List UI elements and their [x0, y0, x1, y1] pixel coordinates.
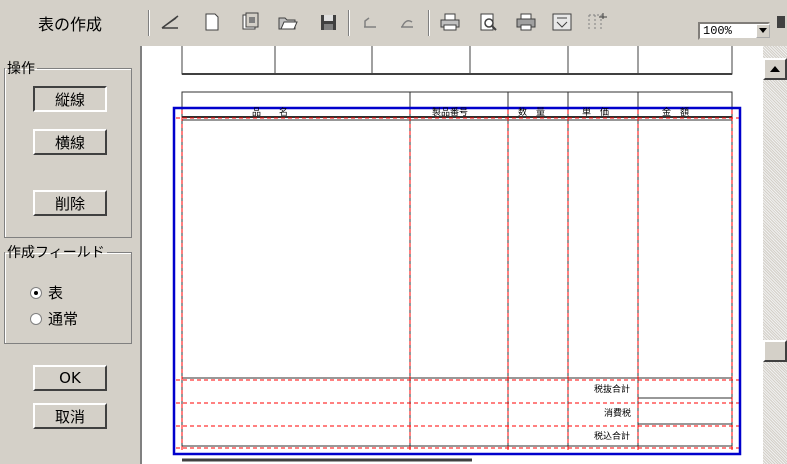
- radio-dot: [34, 290, 38, 295]
- scroll-up-button[interactable]: [763, 58, 787, 80]
- open-folder-icon[interactable]: [276, 10, 300, 34]
- previous-table-fragment: [181, 46, 733, 75]
- print-preview-icon[interactable]: [476, 10, 500, 34]
- cancel-button[interactable]: 取消: [33, 403, 107, 429]
- tax-label: 消費税: [604, 409, 632, 419]
- selection-rectangle[interactable]: [172, 106, 742, 456]
- table-canvas[interactable]: 品 名 製品番号 数 量 単 価 金 額 税抜合計 消費税 税込合計: [140, 46, 763, 464]
- chevron-down-icon[interactable]: [756, 24, 770, 38]
- toolbar: 100%: [140, 0, 787, 46]
- toolbar-separator: [148, 10, 150, 36]
- create-field-legend: 作成フィールド: [7, 245, 105, 261]
- header-amount: 金 額: [662, 108, 690, 118]
- new-document-icon[interactable]: [200, 10, 224, 34]
- radio-normal[interactable]: 通常: [30, 308, 78, 329]
- radio-table[interactable]: 表: [30, 282, 63, 303]
- header-product-number: 製品番号: [432, 108, 469, 118]
- radio-circle: [30, 286, 42, 299]
- draw-line-icon[interactable]: [158, 10, 182, 34]
- arrow-up-icon: [770, 66, 780, 72]
- radio-table-label: 表: [48, 284, 64, 302]
- redo-icon[interactable]: [396, 10, 420, 34]
- subtotal-label: 税抜合計: [594, 385, 631, 395]
- vertical-line-button[interactable]: 縦線: [33, 86, 107, 112]
- grid-icon[interactable]: [586, 10, 610, 34]
- horizontal-line-button[interactable]: 横線: [33, 129, 107, 155]
- scrollbar-thumb[interactable]: [763, 340, 787, 362]
- header-unit-price: 単 価: [582, 108, 610, 118]
- print-icon[interactable]: [438, 10, 462, 34]
- delete-button[interactable]: 削除: [33, 190, 107, 216]
- printer-setup-icon[interactable]: [514, 10, 538, 34]
- template-icon[interactable]: [238, 10, 262, 34]
- vertical-scrollbar[interactable]: [763, 46, 787, 464]
- ok-button[interactable]: OK: [33, 365, 107, 391]
- header-product-name: 品 名: [252, 108, 289, 118]
- main-table-lines: [181, 91, 733, 447]
- total-label: 税込合計: [594, 432, 631, 442]
- overflow-icon[interactable]: [774, 10, 786, 34]
- radio-normal-label: 通常: [48, 310, 79, 328]
- save-icon[interactable]: [316, 10, 340, 34]
- header-quantity: 数 量: [518, 108, 546, 118]
- undo-icon[interactable]: [358, 10, 382, 34]
- form-icon[interactable]: [550, 10, 574, 34]
- guide-lines: [176, 110, 740, 454]
- radio-circle: [30, 312, 42, 325]
- operations-legend: 操作: [7, 61, 35, 77]
- toolbar-separator: [348, 10, 350, 36]
- panel-title: 表の作成: [37, 15, 102, 34]
- operations-panel: 操作 縦線 横線 削除 作成フィールド 表 通常 OK 取消: [0, 46, 140, 464]
- toolbar-separator: [428, 10, 430, 36]
